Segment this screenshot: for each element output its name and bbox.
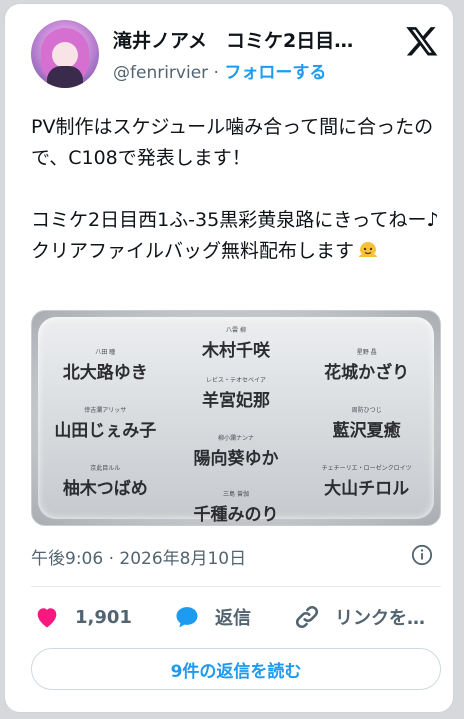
cast-entry: 三島 曾伽 千種みのり — [194, 489, 279, 525]
reply-label: 返信 — [215, 608, 251, 629]
cast-role: チェチーリエ・ローゼンクロイツ — [321, 465, 412, 472]
cast-role: 星野 晶 — [356, 349, 377, 356]
reply-bubble-icon — [176, 607, 198, 628]
cast-entry: 倖吉瀾アリッサ 山田じぇみ子 — [54, 405, 156, 441]
cast-entry: 周防ひつじ 藍沢夏癒 — [333, 405, 401, 441]
action-bar: 1,901 返信 リンクを… — [31, 600, 441, 634]
tweet-text: PV制作はスケジュール噛み合って間に合ったので、C108で発表します！ コミケ2… — [31, 112, 441, 267]
cast-role: 三島 曾伽 — [223, 491, 249, 498]
like-button[interactable]: 1,901 — [33, 600, 132, 634]
cast-entry: レビス・テオセベイア 羊宮妃那 — [202, 375, 270, 411]
tweet-header: 滝井ノアメ コミケ2日目… @fenrirvier · フォローする — [31, 20, 441, 92]
follow-button[interactable]: フォローする — [224, 63, 326, 83]
melting-face-emoji — [359, 242, 378, 257]
reply-button[interactable]: 返信 — [173, 600, 251, 634]
cast-entry: 京此目ルル 柚木つばめ — [63, 463, 148, 499]
likes-count: 1,901 — [75, 606, 132, 628]
cast-entry: チェチーリエ・ローゼンクロイツ 大山チロル — [322, 463, 412, 499]
cast-actor: 花城かざり — [324, 363, 410, 383]
copy-link-button[interactable]: リンクを… — [293, 600, 425, 634]
author-handle-row: @fenrirvier · フォローする — [113, 58, 326, 83]
cast-actor: 藍沢夏癒 — [332, 421, 401, 441]
link-icon — [295, 605, 319, 629]
cast-role: 八雲 柳 — [226, 327, 246, 334]
cast-entry: 星野 晶 花城かざり — [324, 347, 409, 383]
cast-role: 京此目ルル — [90, 465, 121, 472]
cast-entry: 八田 瞳 北大路ゆき — [63, 347, 148, 383]
link-label: リンクを… — [335, 608, 425, 629]
author-handle[interactable]: @fenrirvier — [113, 63, 208, 83]
cast-actor: 北大路ゆき — [62, 363, 148, 383]
cast-actor: 大山チロル — [324, 479, 410, 499]
cast-role: 倖吉瀾アリッサ — [84, 407, 127, 414]
cast-actor: 千種みのり — [193, 505, 279, 525]
cast-actor: 陽向葵ゆか — [193, 449, 279, 469]
read-replies-button[interactable]: 9件の返信を読む — [31, 648, 441, 690]
avatar-face — [52, 42, 78, 68]
tweet-card: 滝井ノアメ コミケ2日目… @fenrirvier · フォローする PV制作は… — [4, 3, 454, 713]
tweet-date: 2026年8月10日 — [119, 549, 247, 569]
cast-role: 柳小瀾ナンナ — [217, 435, 254, 442]
cast-entry: 八雲 柳 木村千咲 — [202, 325, 270, 361]
tweet-media-image[interactable]: 八雲 柳 木村千咲 八田 瞳 北大路ゆき 星野 晶 花城かざり レビス・テオセベ… — [31, 310, 441, 526]
cast-actor: 柚木つばめ — [62, 479, 148, 499]
handle-separator: · — [208, 63, 225, 83]
cast-plate: 八雲 柳 木村千咲 八田 瞳 北大路ゆき 星野 晶 花城かざり レビス・テオセベ… — [38, 317, 434, 525]
x-logo-icon[interactable] — [405, 24, 439, 58]
info-icon[interactable] — [411, 544, 433, 566]
cast-actor: 羊宮妃那 — [202, 391, 270, 411]
divider — [31, 586, 441, 587]
cast-actor: 木村千咲 — [202, 341, 270, 361]
cast-role: レビス・テオセベイア — [205, 377, 266, 384]
cast-role: 八田 瞳 — [95, 349, 116, 356]
avatar[interactable] — [31, 20, 99, 88]
author-display-name[interactable]: 滝井ノアメ コミケ2日目… — [113, 26, 383, 53]
avatar-body — [47, 66, 83, 88]
tweet-time: 午後9:06 — [31, 549, 104, 569]
tweet-timestamp[interactable]: 午後9:06 · 2026年8月10日 — [31, 544, 246, 569]
meta-separator: · — [103, 549, 120, 569]
cast-role: 周防ひつじ — [351, 407, 382, 414]
heart-icon — [37, 608, 57, 628]
cast-entry: 柳小瀾ナンナ 陽向葵ゆか — [194, 433, 279, 469]
cast-actor: 山田じぇみ子 — [54, 421, 157, 441]
